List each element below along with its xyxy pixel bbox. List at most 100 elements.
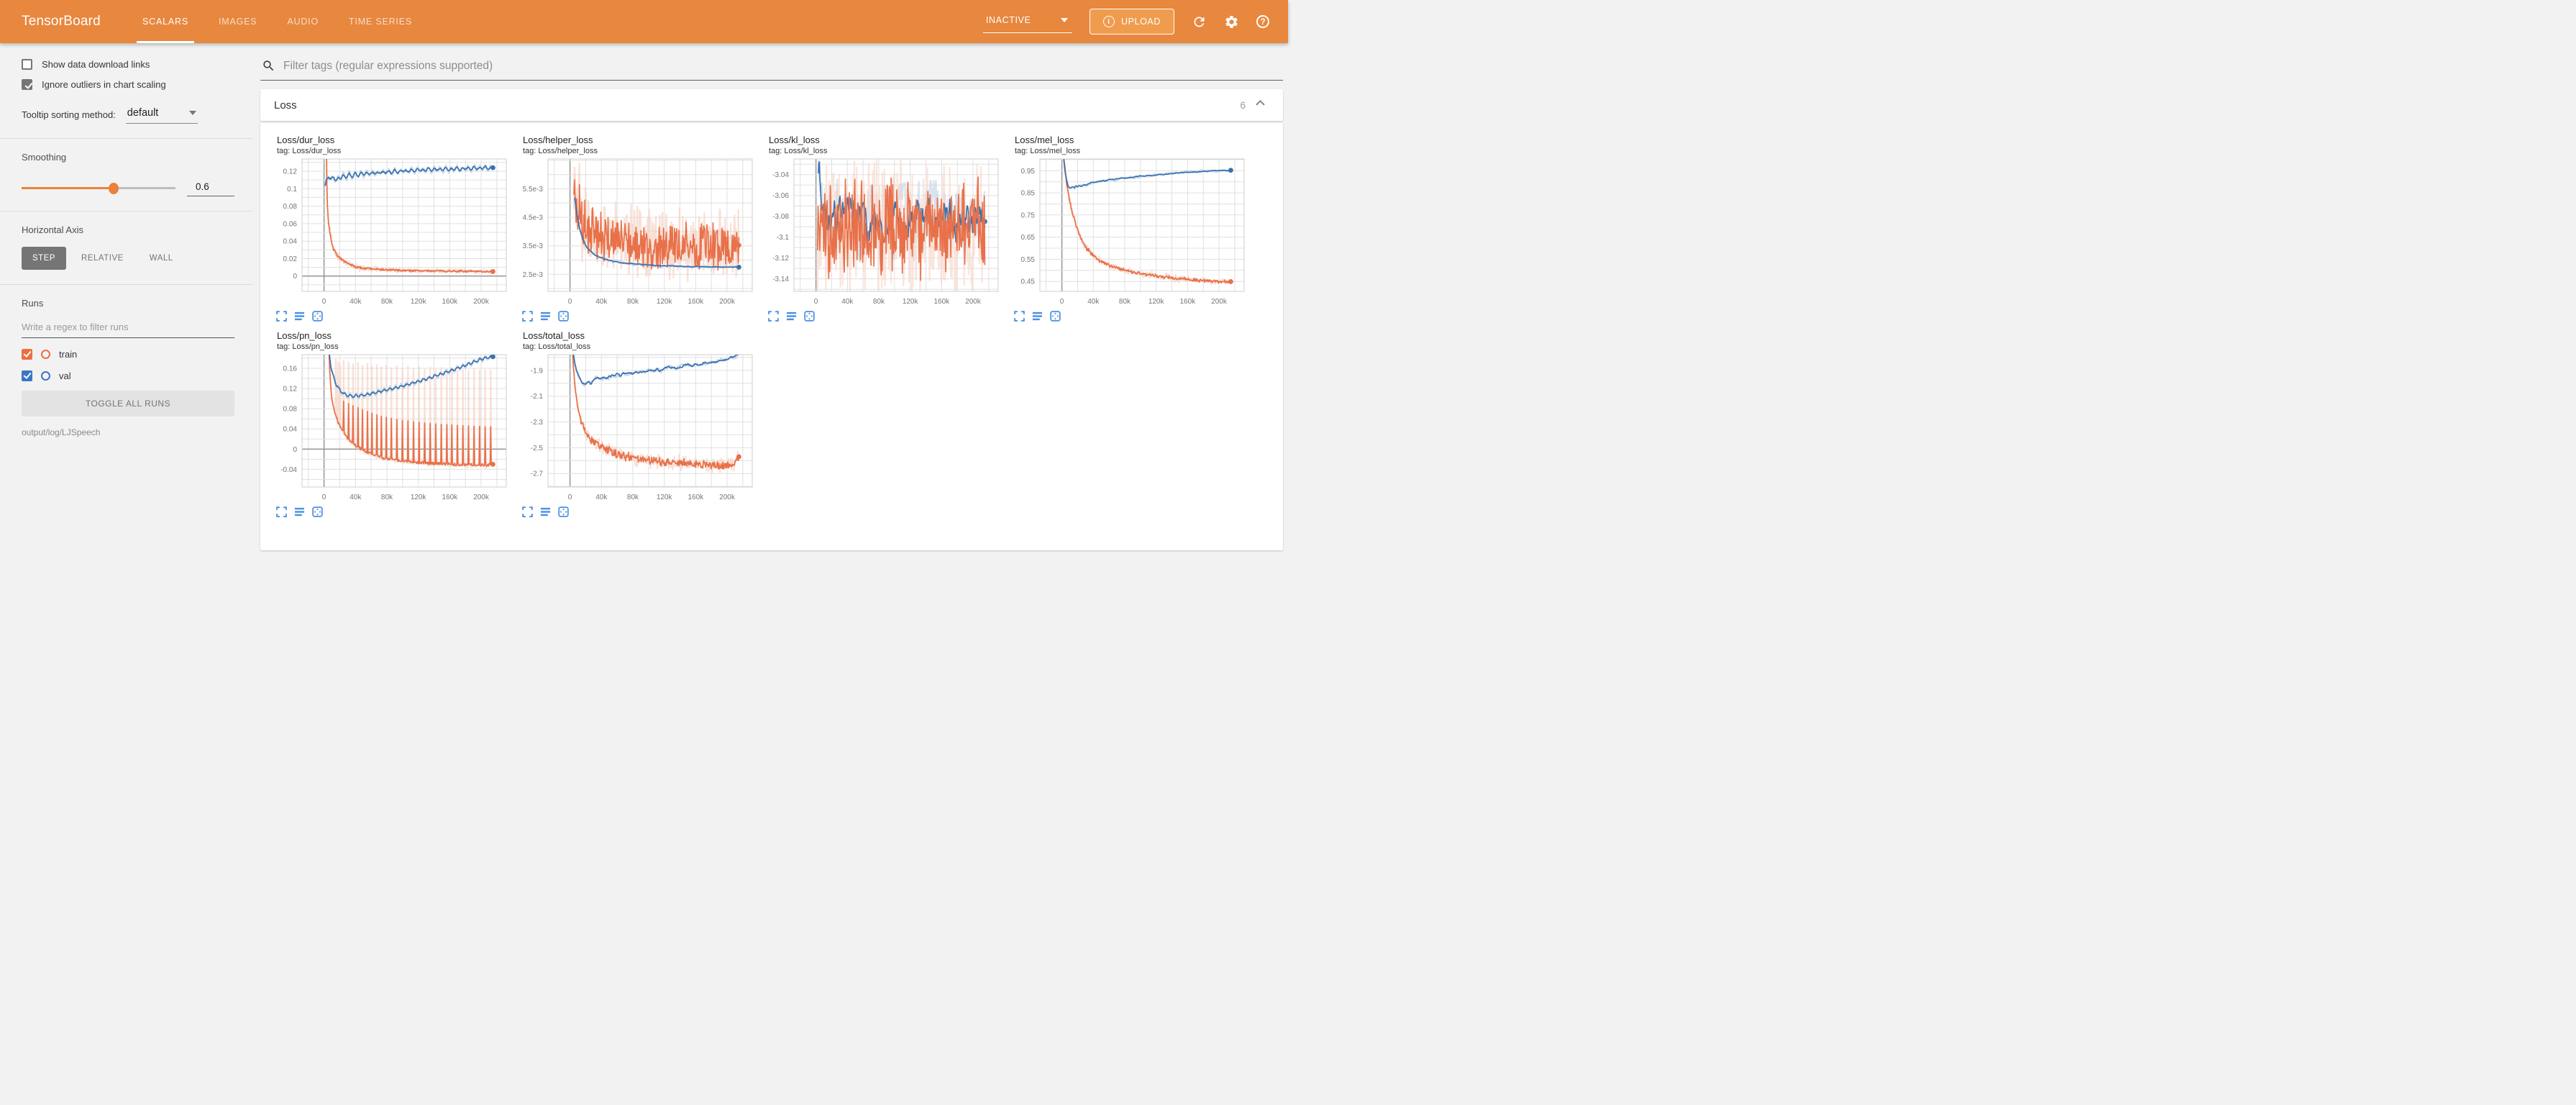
run-item-train[interactable]: train bbox=[22, 349, 234, 360]
status-label: INACTIVE bbox=[986, 15, 1031, 25]
svg-text:5.5e-3: 5.5e-3 bbox=[523, 186, 544, 194]
settings-gear-icon[interactable] bbox=[1224, 14, 1239, 29]
toggle-all-runs-button[interactable]: TOGGLE ALL RUNS bbox=[22, 391, 234, 417]
chart-tag: tag: Loss/dur_loss bbox=[268, 147, 513, 155]
chart-title: Loss/pn_loss bbox=[268, 330, 513, 342]
svg-text:-2.1: -2.1 bbox=[531, 393, 544, 401]
fullscreen-icon[interactable] bbox=[1014, 311, 1025, 322]
svg-text:40k: 40k bbox=[350, 494, 362, 501]
fit-domain-icon[interactable] bbox=[312, 311, 323, 322]
svg-text:-3.04: -3.04 bbox=[772, 171, 789, 179]
run-item-val[interactable]: val bbox=[22, 370, 234, 381]
run-color-swatch[interactable] bbox=[41, 371, 50, 381]
chart-plot[interactable]: -1.9-2.1-2.3-2.5-2.7040k80k120k160k200k bbox=[513, 352, 759, 504]
svg-text:160k: 160k bbox=[688, 298, 705, 306]
status-dropdown[interactable]: INACTIVE bbox=[983, 11, 1072, 33]
axis-relative-button[interactable]: RELATIVE bbox=[70, 247, 134, 270]
upload-button[interactable]: i UPLOAD bbox=[1090, 9, 1174, 35]
scalar-chart-card: Loss/mel_loss tag: Loss/mel_loss 0.450.5… bbox=[1005, 135, 1251, 322]
fullscreen-icon[interactable] bbox=[768, 311, 779, 322]
svg-text:0.12: 0.12 bbox=[283, 385, 298, 393]
data-table-icon[interactable] bbox=[786, 311, 797, 322]
run-color-swatch[interactable] bbox=[41, 350, 50, 359]
smoothing-slider[interactable] bbox=[22, 187, 175, 189]
tab-scalars[interactable]: SCALARS bbox=[137, 0, 194, 43]
search-icon bbox=[262, 59, 275, 73]
tag-filter bbox=[260, 53, 1283, 81]
run-checkbox-icon[interactable] bbox=[22, 370, 32, 381]
svg-text:120k: 120k bbox=[657, 494, 673, 501]
data-table-icon[interactable] bbox=[294, 506, 305, 517]
chart-tag: tag: Loss/helper_loss bbox=[513, 147, 759, 155]
chart-actions bbox=[513, 506, 759, 517]
fullscreen-icon[interactable] bbox=[522, 311, 533, 322]
run-checkbox-icon[interactable] bbox=[22, 349, 32, 360]
tab-images[interactable]: IMAGES bbox=[213, 0, 262, 43]
svg-text:80k: 80k bbox=[381, 494, 393, 501]
chart-actions bbox=[759, 311, 1005, 322]
horizontal-axis-toggle: STEP RELATIVE WALL bbox=[22, 247, 234, 270]
smoothing-label: Smoothing bbox=[22, 152, 234, 163]
svg-text:200k: 200k bbox=[473, 494, 490, 501]
fit-domain-icon[interactable] bbox=[1050, 311, 1061, 322]
fit-domain-icon[interactable] bbox=[558, 506, 569, 517]
data-table-icon[interactable] bbox=[540, 506, 551, 517]
tooltip-sorting-select[interactable]: default bbox=[126, 106, 198, 124]
svg-text:40k: 40k bbox=[841, 298, 854, 306]
divider bbox=[0, 138, 253, 139]
chart-plot[interactable]: -0.0400.040.080.120.16040k80k120k160k200… bbox=[268, 352, 513, 504]
chart-title: Loss/total_loss bbox=[513, 330, 759, 342]
tab-time-series[interactable]: TIME SERIES bbox=[343, 0, 418, 43]
smoothing-value-input[interactable] bbox=[187, 180, 234, 196]
svg-text:0.65: 0.65 bbox=[1021, 234, 1036, 242]
runs-label: Runs bbox=[22, 298, 234, 309]
svg-text:-3.06: -3.06 bbox=[772, 192, 789, 200]
svg-text:80k: 80k bbox=[381, 298, 393, 306]
info-icon: i bbox=[1103, 16, 1115, 27]
svg-text:0.95: 0.95 bbox=[1021, 168, 1036, 176]
slider-fill bbox=[22, 187, 114, 189]
dashboard-main: Loss 6 Loss/dur_loss tag: Loss/dur_loss … bbox=[253, 43, 1288, 552]
svg-text:-3.08: -3.08 bbox=[772, 213, 789, 221]
axis-wall-button[interactable]: WALL bbox=[139, 247, 184, 270]
svg-text:0: 0 bbox=[293, 446, 297, 454]
svg-text:-0.04: -0.04 bbox=[280, 466, 297, 474]
help-icon[interactable]: ? bbox=[1256, 15, 1269, 28]
tag-filter-input[interactable] bbox=[283, 60, 1280, 73]
svg-text:80k: 80k bbox=[627, 494, 639, 501]
fullscreen-icon[interactable] bbox=[276, 311, 287, 322]
fit-domain-icon[interactable] bbox=[558, 311, 569, 322]
data-table-icon[interactable] bbox=[1032, 311, 1043, 322]
fullscreen-icon[interactable] bbox=[522, 506, 533, 517]
header-actions: INACTIVE i UPLOAD ? bbox=[983, 9, 1269, 35]
checkbox-icon[interactable] bbox=[22, 79, 32, 90]
tab-audio[interactable]: AUDIO bbox=[281, 0, 324, 43]
chart-plot[interactable]: 2.5e-33.5e-34.5e-35.5e-3040k80k120k160k2… bbox=[513, 156, 759, 309]
svg-text:120k: 120k bbox=[1148, 298, 1165, 306]
section-title: Loss bbox=[274, 99, 1240, 112]
fit-domain-icon[interactable] bbox=[804, 311, 815, 322]
data-table-icon[interactable] bbox=[540, 311, 551, 322]
svg-text:0.06: 0.06 bbox=[283, 220, 298, 228]
checkbox-icon[interactable] bbox=[22, 59, 32, 70]
refresh-icon[interactable] bbox=[1192, 14, 1207, 29]
page-body: Show data download links Ignore outliers… bbox=[0, 43, 1288, 552]
svg-text:0.45: 0.45 bbox=[1021, 278, 1036, 286]
axis-step-button[interactable]: STEP bbox=[22, 247, 66, 270]
svg-text:160k: 160k bbox=[442, 298, 459, 306]
chart-plot[interactable]: 00.020.040.060.080.10.12040k80k120k160k2… bbox=[268, 156, 513, 309]
chart-plot[interactable]: -3.04-3.06-3.08-3.1-3.12-3.14040k80k120k… bbox=[759, 156, 1005, 309]
run-label: train bbox=[59, 349, 77, 360]
show-download-links-option[interactable]: Show data download links bbox=[22, 59, 234, 70]
ignore-outliers-option[interactable]: Ignore outliers in chart scaling bbox=[22, 79, 234, 90]
collapse-section-icon[interactable] bbox=[1253, 96, 1267, 114]
svg-text:-2.7: -2.7 bbox=[531, 470, 544, 478]
section-header[interactable]: Loss 6 bbox=[260, 89, 1283, 121]
runs-filter-input[interactable] bbox=[22, 319, 234, 338]
svg-text:3.5e-3: 3.5e-3 bbox=[523, 242, 544, 250]
chart-plot[interactable]: 0.450.550.650.750.850.95040k80k120k160k2… bbox=[1005, 156, 1251, 309]
data-table-icon[interactable] bbox=[294, 311, 305, 322]
slider-thumb[interactable] bbox=[109, 183, 119, 194]
fit-domain-icon[interactable] bbox=[312, 506, 323, 517]
fullscreen-icon[interactable] bbox=[276, 506, 287, 517]
